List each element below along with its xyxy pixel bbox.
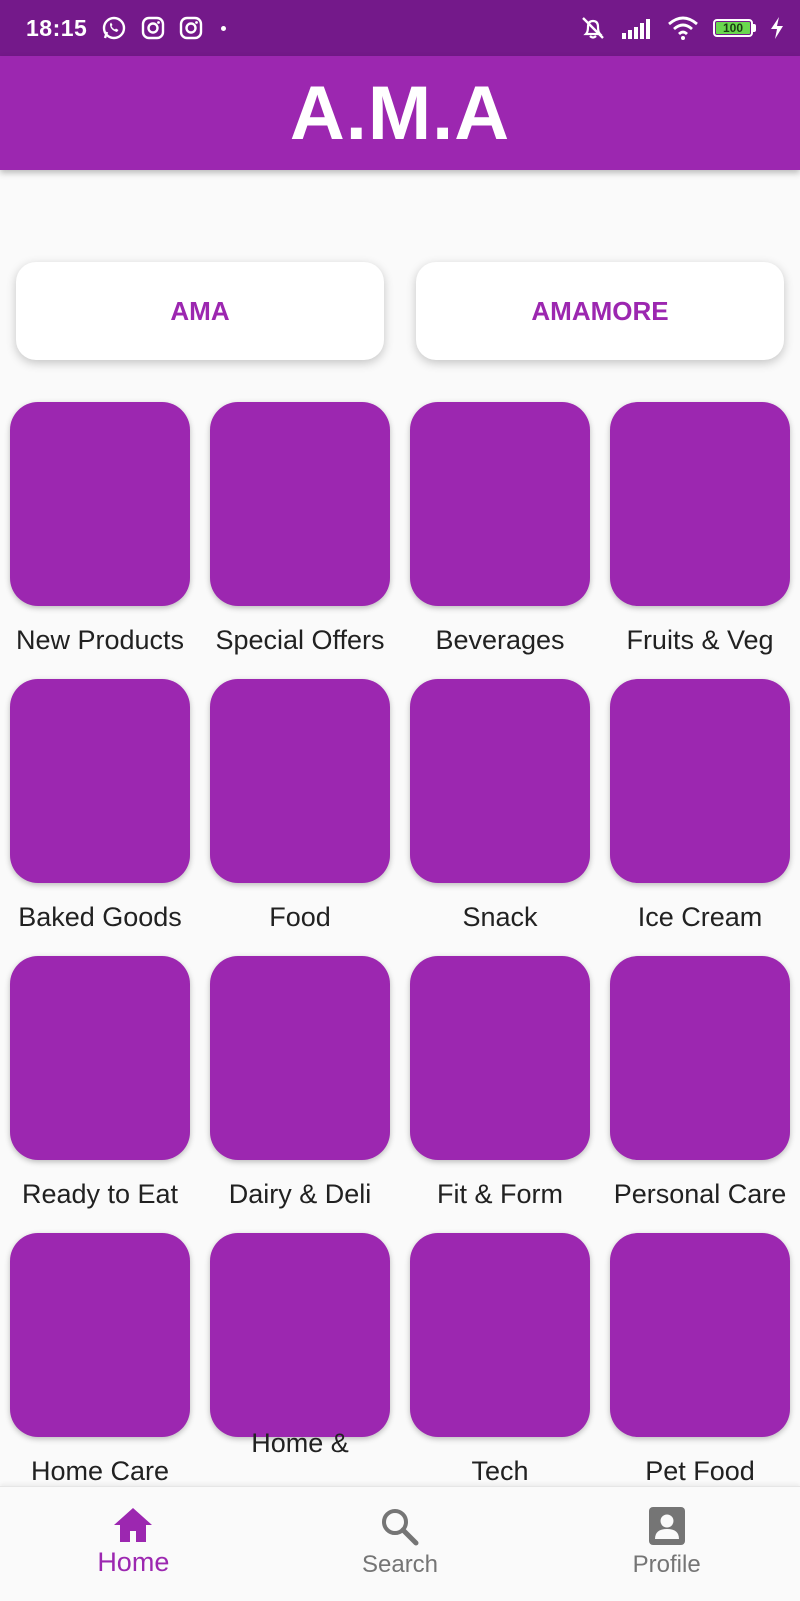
category-label: Dairy & Deli bbox=[228, 1179, 372, 1209]
category-label: Baked Goods bbox=[18, 902, 182, 932]
category-ice-cream[interactable]: Ice Cream bbox=[610, 679, 790, 956]
category-tile[interactable] bbox=[410, 402, 590, 606]
category-label: Ready to Eat bbox=[21, 1179, 179, 1209]
category-tile[interactable] bbox=[10, 956, 190, 1160]
category-home[interactable]: Home & bbox=[210, 1233, 390, 1486]
bottom-nav: Home Search Profile bbox=[0, 1486, 800, 1601]
nav-search-label: Search bbox=[361, 1551, 439, 1578]
category-tile[interactable] bbox=[610, 956, 790, 1160]
store-selector: AMA AMAMORE bbox=[16, 262, 784, 360]
category-fruits-veg[interactable]: Fruits & Veg bbox=[610, 402, 790, 679]
main-content[interactable]: AMA AMAMORE New Products Special Offers … bbox=[0, 170, 800, 1486]
category-tile[interactable] bbox=[410, 679, 590, 883]
category-label: Food bbox=[269, 902, 331, 932]
status-bar: 18:15 100 bbox=[0, 0, 800, 56]
category-pet-food[interactable]: Pet Food bbox=[610, 1233, 790, 1486]
category-personal-care[interactable]: Personal Care bbox=[610, 956, 790, 1233]
category-label: Fruits & Veg bbox=[626, 625, 774, 655]
category-label: Fit & Form bbox=[437, 1179, 563, 1209]
category-label: New Products bbox=[15, 625, 185, 655]
alarm-off-icon bbox=[579, 15, 607, 41]
category-ready-to-eat[interactable]: Ready to Eat bbox=[10, 956, 190, 1233]
battery-level: 100 bbox=[716, 22, 750, 34]
category-special-offers[interactable]: Special Offers bbox=[210, 402, 390, 679]
category-tile[interactable] bbox=[210, 956, 390, 1160]
category-baked-goods[interactable]: Baked Goods bbox=[10, 679, 190, 956]
category-new-products[interactable]: New Products bbox=[10, 402, 190, 679]
category-tile[interactable] bbox=[410, 956, 590, 1160]
profile-icon bbox=[645, 1505, 689, 1547]
category-dairy-deli[interactable]: Dairy & Deli bbox=[210, 956, 390, 1233]
category-label: Home Care bbox=[30, 1456, 170, 1486]
category-label: Home & bbox=[251, 1428, 349, 1458]
category-home-care[interactable]: Home Care bbox=[10, 1233, 190, 1486]
nav-home-label: Home bbox=[97, 1547, 170, 1577]
app-title: A.M.A bbox=[289, 70, 511, 156]
category-food[interactable]: Food bbox=[210, 679, 390, 956]
category-tile[interactable] bbox=[210, 1233, 390, 1437]
category-tile[interactable] bbox=[610, 402, 790, 606]
category-snack[interactable]: Snack bbox=[410, 679, 590, 956]
category-label: Snack bbox=[462, 902, 538, 932]
nav-search[interactable]: Search bbox=[267, 1487, 534, 1601]
category-beverages[interactable]: Beverages bbox=[410, 402, 590, 679]
tab-amamore[interactable]: AMAMORE bbox=[416, 262, 784, 360]
app-bar: A.M.A bbox=[0, 56, 800, 170]
category-tile[interactable] bbox=[210, 402, 390, 606]
nav-profile[interactable]: Profile bbox=[533, 1487, 800, 1601]
category-label: Special Offers bbox=[215, 625, 385, 655]
home-icon bbox=[111, 1505, 155, 1545]
category-tile[interactable] bbox=[10, 1233, 190, 1437]
notification-dot bbox=[221, 25, 227, 31]
nav-profile-label: Profile bbox=[632, 1551, 701, 1578]
search-icon bbox=[378, 1505, 422, 1547]
category-label: Pet Food bbox=[645, 1456, 755, 1486]
category-label: Personal Care bbox=[613, 1179, 787, 1209]
category-fit-form[interactable]: Fit & Form bbox=[410, 956, 590, 1233]
charging-icon bbox=[770, 17, 784, 39]
whatsapp-icon bbox=[101, 15, 127, 41]
signal-icon bbox=[621, 17, 653, 39]
category-label: Tech bbox=[471, 1456, 529, 1486]
category-tech[interactable]: Tech bbox=[410, 1233, 590, 1486]
category-tile[interactable] bbox=[10, 402, 190, 606]
instagram-icon bbox=[179, 16, 203, 40]
category-tile[interactable] bbox=[210, 679, 390, 883]
category-grid: New Products Special Offers Beverages Fr… bbox=[10, 402, 790, 1486]
category-label: Ice Cream bbox=[637, 902, 763, 932]
nav-home[interactable]: Home bbox=[0, 1487, 267, 1601]
category-tile[interactable] bbox=[410, 1233, 590, 1437]
category-tile[interactable] bbox=[610, 679, 790, 883]
category-label: Beverages bbox=[435, 625, 565, 655]
status-bar-left: 18:15 bbox=[26, 14, 227, 42]
status-time: 18:15 bbox=[26, 14, 88, 41]
tab-ama[interactable]: AMA bbox=[16, 262, 384, 360]
instagram-icon bbox=[141, 16, 165, 40]
category-tile[interactable] bbox=[610, 1233, 790, 1437]
category-tile[interactable] bbox=[10, 679, 190, 883]
status-bar-right: 100 bbox=[579, 15, 784, 41]
battery-icon: 100 bbox=[713, 19, 756, 37]
wifi-icon bbox=[667, 16, 699, 40]
